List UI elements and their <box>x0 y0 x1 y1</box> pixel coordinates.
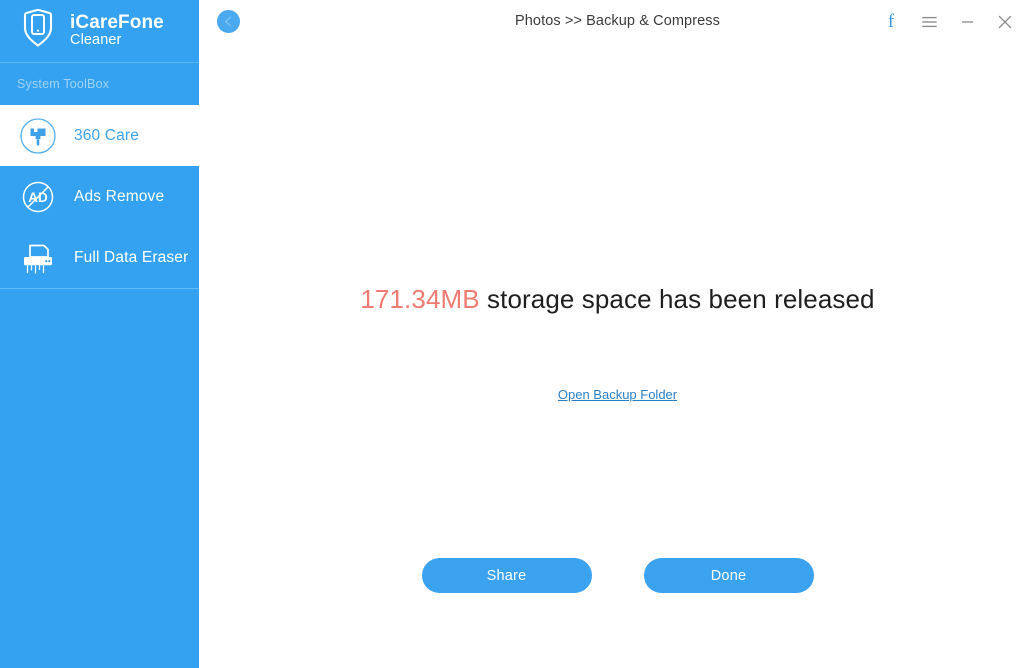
sidebar-divider-bottom <box>0 288 199 289</box>
close-button[interactable] <box>986 0 1024 43</box>
minimize-icon <box>961 20 973 23</box>
facebook-share-button[interactable]: f <box>872 0 910 43</box>
app-window: iCareFone Cleaner System ToolBox 360 Car… <box>0 0 1036 668</box>
open-backup-folder-link[interactable]: Open Backup Folder <box>558 387 677 402</box>
sidebar-item-label: Full Data Eraser <box>74 248 189 266</box>
sidebar-nav: 360 Care AD Ads Remove Full Data Eraser <box>0 105 199 288</box>
sidebar-item-label: 360 Care <box>74 126 139 144</box>
result-headline: 171.34MB storage space has been released <box>199 284 1036 315</box>
action-buttons-row: Share Done <box>199 558 1036 593</box>
sidebar-item-360-care[interactable]: 360 Care <box>0 105 199 166</box>
paint-brush-circle-icon <box>18 116 58 156</box>
open-backup-folder: Open Backup Folder <box>199 386 1036 404</box>
close-icon <box>998 15 1012 28</box>
main-panel: Photos >> Backup & Compress f 171.34MB s… <box>199 0 1036 668</box>
sidebar: iCareFone Cleaner System ToolBox 360 Car… <box>0 0 199 668</box>
facebook-icon: f <box>887 11 895 32</box>
released-amount: 171.34MB <box>360 284 480 314</box>
phone-shield-logo-icon <box>18 8 58 53</box>
sidebar-item-full-data-eraser[interactable]: Full Data Eraser <box>0 227 199 288</box>
hamburger-menu-icon <box>921 16 937 27</box>
brand-name: iCareFone <box>70 11 164 33</box>
sidebar-section-label: System ToolBox <box>17 77 110 91</box>
menu-button[interactable] <box>910 0 948 43</box>
brand-text: iCareFone Cleaner <box>70 11 164 49</box>
titlebar: Photos >> Backup & Compress f <box>199 0 1036 43</box>
done-button[interactable]: Done <box>643 558 814 593</box>
window-controls: f <box>872 0 1024 43</box>
ad-block-icon: AD <box>18 177 58 217</box>
paper-shredder-icon <box>18 238 58 278</box>
brand-subtitle: Cleaner <box>70 32 122 49</box>
share-button[interactable]: Share <box>421 558 592 593</box>
released-message: storage space has been released <box>479 284 875 314</box>
sidebar-item-ads-remove[interactable]: AD Ads Remove <box>0 166 199 227</box>
minimize-button[interactable] <box>948 0 986 43</box>
svg-text:AD: AD <box>28 190 48 205</box>
content-area: 171.34MB storage space has been released… <box>199 43 1036 668</box>
brand-header: iCareFone Cleaner <box>0 0 199 62</box>
sidebar-item-label: Ads Remove <box>74 187 165 205</box>
